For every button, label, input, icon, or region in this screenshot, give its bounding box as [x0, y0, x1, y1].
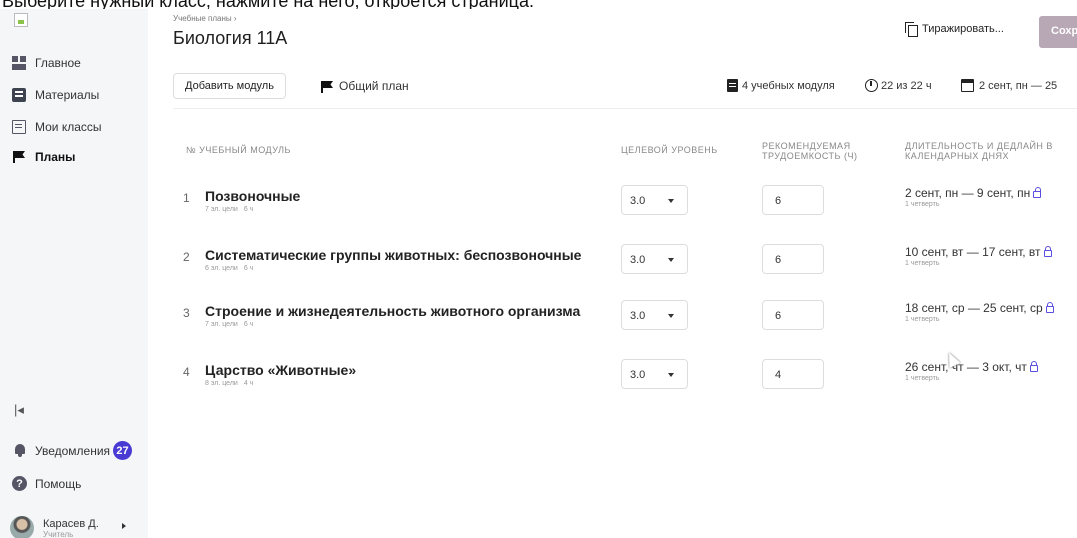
user-name: Карасев Д. [43, 517, 99, 530]
clock-icon [865, 79, 878, 92]
target-level-select[interactable]: 3.0 [621, 300, 688, 330]
lock-icon[interactable] [1033, 187, 1042, 198]
term-label: 1 четверть [905, 375, 940, 382]
user-menu[interactable]: Карасев Д. Учитель [10, 516, 126, 538]
workload-input[interactable]: 4 [762, 359, 824, 389]
column-header-duration-line1: ДЛИТЕЛЬНОСТЬ И ДЕДЛАЙН В [905, 141, 1053, 151]
workload-input[interactable]: 6 [762, 185, 824, 215]
help-icon: ? [12, 476, 27, 491]
target-level-select[interactable]: 3.0 [621, 185, 688, 215]
chevron-down-icon [668, 314, 674, 318]
module-title[interactable]: Систематические группы животных: беспозв… [205, 247, 581, 263]
module-meta: 6 эл. цели 6 ч [205, 265, 254, 272]
workload-input[interactable]: 6 [762, 300, 824, 330]
date-range-text: 2 сент, пн — 25 [979, 79, 1058, 92]
row-number: 2 [183, 250, 190, 264]
general-plan-label: Общий план [339, 79, 409, 93]
sidebar-item-my-classes[interactable]: Мои классы [12, 120, 102, 134]
add-module-button[interactable]: Добавить модуль [173, 73, 286, 99]
column-header-workload: РЕКОМЕНДУЕМАЯ ТРУДОЕМКОСТЬ (Ч) [762, 141, 857, 161]
table-row[interactable]: 1 Позвоночные 7 эл. цели 6 ч 3.0 6 2 сент… [148, 184, 1077, 240]
sidebar-item-plans[interactable]: Планы [12, 150, 75, 164]
sidebar-item-label: Мои классы [35, 120, 102, 134]
caret-right-icon [122, 523, 126, 529]
table-row[interactable]: 3 Строение и жизнедеятельность животного… [148, 299, 1077, 355]
deadline-range[interactable]: 26 сент, чт — 3 окт, чт [905, 360, 1038, 374]
duplicate-label: Тиражировать... [922, 22, 1004, 35]
chevron-down-icon [668, 373, 674, 377]
hours-text: 22 из 22 ч [881, 79, 932, 92]
column-header-module: № УЧЕБНЫЙ МОДУЛЬ [186, 145, 291, 155]
term-label: 1 четверть [905, 316, 940, 323]
module-title[interactable]: Строение и жизнедеятельность животного о… [205, 303, 580, 319]
row-number: 4 [183, 365, 190, 379]
table-row[interactable]: 4 Царство «Животные» 8 эл. цели 4 ч 3.0 4… [148, 358, 1077, 414]
chevron-down-icon [668, 199, 674, 203]
workload-input[interactable]: 6 [762, 244, 824, 274]
flag-icon [12, 150, 26, 164]
main-content: Учебные планы › Биология 11А Тиражироват… [148, 9, 1077, 538]
column-header-duration-line2: КАЛЕНДАРНЫХ ДНЯХ [905, 151, 1010, 161]
term-label: 1 четверть [905, 201, 940, 208]
duplicate-button[interactable]: Тиражировать... [905, 22, 1004, 37]
bell-icon [14, 444, 26, 457]
lock-icon[interactable] [1043, 246, 1052, 257]
module-meta: 8 эл. цели 4 ч [205, 380, 254, 387]
book-icon [12, 88, 26, 102]
lock-icon[interactable] [1045, 302, 1054, 313]
date-range-stat: 2 сент, пн — 25 [961, 79, 1057, 92]
target-level-select[interactable]: 3.0 [621, 244, 688, 274]
sidebar: Главное Материалы Мои классы Планы |◂ Ув… [0, 9, 148, 538]
lock-icon[interactable] [1029, 361, 1038, 372]
table-row[interactable]: 2 Систематические группы животных: беспо… [148, 243, 1077, 299]
module-meta: 7 эл. цели 6 ч [205, 206, 254, 213]
calendar-icon [961, 79, 974, 92]
flag-icon [320, 80, 332, 93]
chevron-down-icon [668, 258, 674, 262]
module-meta: 7 эл. цели 6 ч [205, 321, 254, 328]
user-role: Учитель [43, 529, 74, 538]
deadline-range[interactable]: 2 сент, пн — 9 сент, пн [905, 186, 1042, 200]
column-header-workload-line1: РЕКОМЕНДУЕМАЯ [762, 141, 851, 151]
row-number: 3 [183, 306, 190, 320]
module-title[interactable]: Царство «Животные» [205, 362, 356, 378]
copy-icon [905, 22, 918, 37]
sidebar-item-label: Материалы [35, 88, 100, 102]
avatar [10, 516, 34, 538]
collapse-sidebar-icon[interactable]: |◂ [14, 402, 24, 418]
target-level-select[interactable]: 3.0 [621, 359, 688, 389]
notifications-link[interactable]: Уведомления 27 [14, 441, 133, 460]
sidebar-item-materials[interactable]: Материалы [12, 88, 99, 102]
breadcrumb[interactable]: Учебные планы › [173, 14, 237, 23]
divider [173, 108, 1077, 109]
term-label: 1 четверть [905, 260, 940, 267]
column-header-workload-line2: ТРУДОЕМКОСТЬ (Ч) [762, 151, 858, 161]
save-button[interactable]: Сохр [1039, 16, 1077, 48]
general-plan-link[interactable]: Общий план [320, 79, 409, 93]
module-title[interactable]: Позвоночные [205, 188, 300, 204]
column-header-duration: ДЛИТЕЛЬНОСТЬ И ДЕДЛАЙН В КАЛЕНДАРНЫХ ДНЯ… [905, 141, 1053, 161]
help-label: Помощь [35, 476, 82, 491]
notifications-label: Уведомления [35, 443, 111, 458]
column-header-level: ЦЕЛЕВОЙ УРОВЕНЬ [621, 145, 718, 155]
hours-stat: 22 из 22 ч [865, 79, 932, 92]
sidebar-item-label: Главное [35, 56, 81, 70]
deadline-range[interactable]: 10 сент, вт — 17 сент, вт [905, 245, 1052, 259]
logo-image-icon [14, 13, 28, 27]
sidebar-item-main[interactable]: Главное [12, 56, 81, 70]
page-title: Биология 11А [173, 28, 288, 48]
modules-count-text: 4 учебных модуля [742, 79, 835, 92]
class-icon [12, 120, 26, 134]
clipboard-icon [727, 79, 738, 92]
modules-count-stat: 4 учебных модуля [727, 79, 835, 92]
deadline-range[interactable]: 18 сент, ср — 25 сент, ср [905, 301, 1054, 315]
dashboard-icon [12, 56, 26, 70]
help-link[interactable]: ? Помощь [12, 476, 81, 491]
sidebar-item-label: Планы [35, 150, 76, 164]
row-number: 1 [183, 191, 190, 205]
notification-count-badge: 27 [113, 441, 133, 460]
